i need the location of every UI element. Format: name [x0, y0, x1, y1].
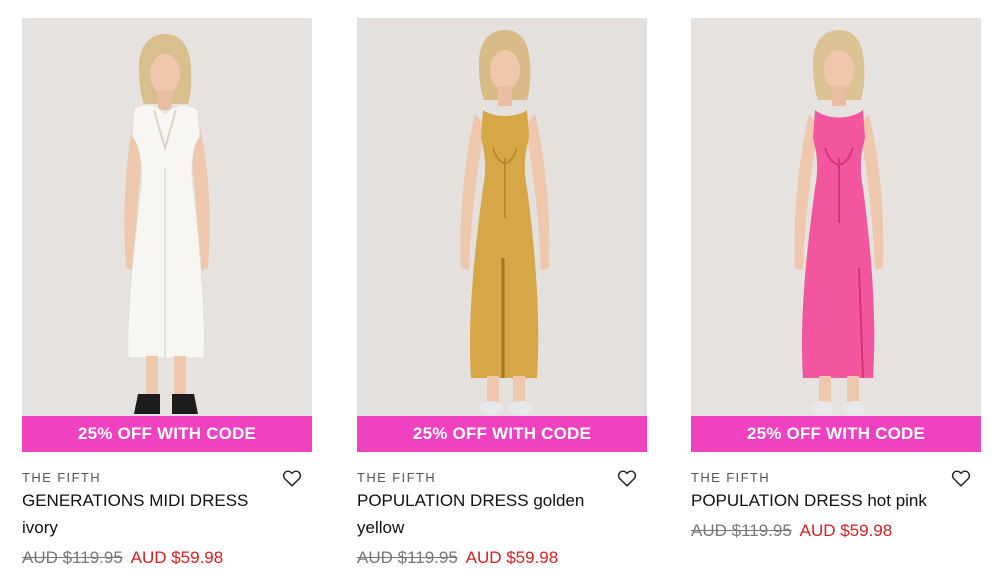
- heart-outline-icon: [951, 470, 971, 487]
- promo-banner: 25% OFF WITH CODE: [22, 416, 312, 452]
- product-title[interactable]: GENERATIONS MIDI DRESS ivory: [22, 487, 272, 541]
- product-card[interactable]: 25% OFF WITH CODE THE FIFTH GENERATIONS …: [22, 18, 312, 569]
- product-title[interactable]: POPULATION DRESS hot pink: [691, 487, 941, 514]
- product-card[interactable]: 25% OFF WITH CODE THE FIFTH POPULATION D…: [357, 18, 647, 569]
- product-brand: THE FIFTH: [357, 470, 437, 485]
- original-price: AUD $119.95: [357, 548, 458, 567]
- promo-banner: 25% OFF WITH CODE: [357, 416, 647, 452]
- model-photo: [357, 18, 647, 452]
- product-image[interactable]: 25% OFF WITH CODE: [691, 18, 981, 452]
- product-brand: THE FIFTH: [22, 470, 102, 485]
- promo-banner: 25% OFF WITH CODE: [691, 416, 981, 452]
- product-prices: AUD $119.95 AUD $59.98: [22, 547, 312, 569]
- model-photo: [691, 18, 981, 452]
- product-image[interactable]: 25% OFF WITH CODE: [22, 18, 312, 452]
- product-brand: THE FIFTH: [691, 470, 771, 485]
- product-title[interactable]: POPULATION DRESS golden yellow: [357, 487, 607, 541]
- model-photo: [22, 18, 312, 452]
- product-prices: AUD $119.95 AUD $59.98: [357, 547, 647, 569]
- sale-price: AUD $59.98: [799, 521, 893, 540]
- heart-outline-icon: [282, 470, 302, 487]
- product-card[interactable]: 25% OFF WITH CODE THE FIFTH POPULATION D…: [691, 18, 981, 542]
- product-meta: THE FIFTH GENERATIONS MIDI DRESS ivory A…: [22, 452, 312, 569]
- original-price: AUD $119.95: [691, 521, 792, 540]
- original-price: AUD $119.95: [22, 548, 123, 567]
- sale-price: AUD $59.98: [465, 548, 559, 567]
- sale-price: AUD $59.98: [130, 548, 224, 567]
- wishlist-button[interactable]: [615, 466, 639, 490]
- product-image[interactable]: 25% OFF WITH CODE: [357, 18, 647, 452]
- wishlist-button[interactable]: [280, 466, 304, 490]
- heart-outline-icon: [617, 470, 637, 487]
- product-prices: AUD $119.95 AUD $59.98: [691, 520, 981, 542]
- wishlist-button[interactable]: [949, 466, 973, 490]
- product-meta: THE FIFTH POPULATION DRESS hot pink AUD …: [691, 452, 981, 542]
- product-meta: THE FIFTH POPULATION DRESS golden yellow…: [357, 452, 647, 569]
